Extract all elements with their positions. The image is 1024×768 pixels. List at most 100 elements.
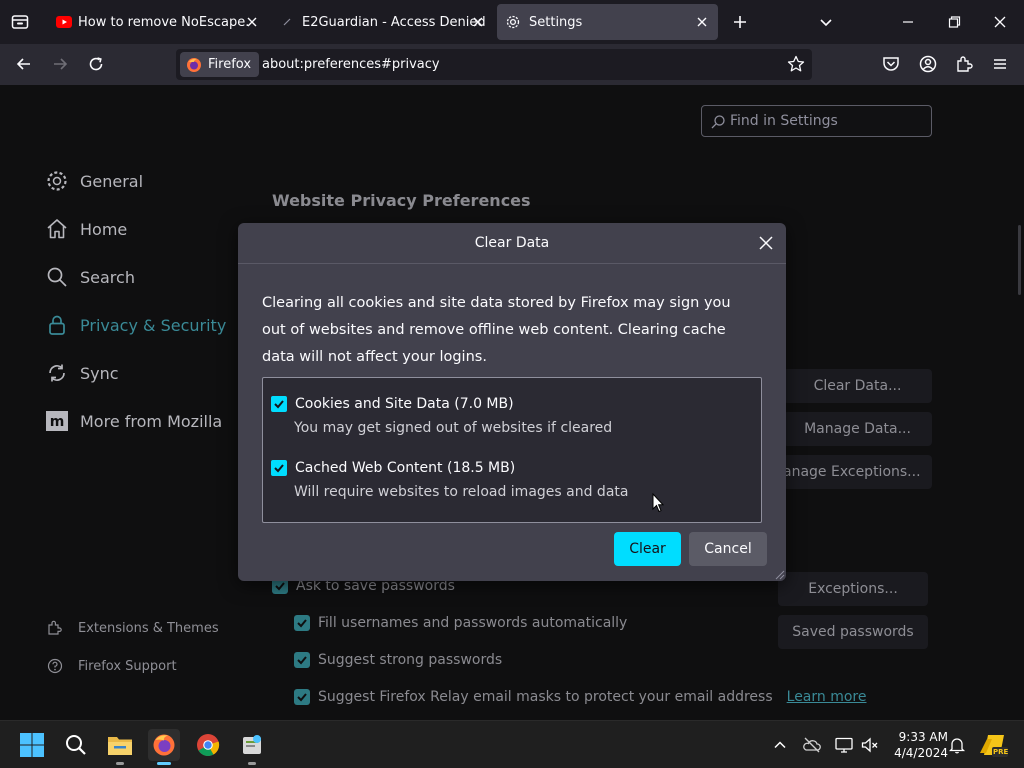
sidebar-footer-extensions[interactable]: Extensions & Themes (46, 619, 219, 637)
list-all-tabs-icon[interactable] (816, 12, 836, 32)
show-hidden-icons-icon[interactable] (770, 735, 790, 755)
dialog-header: Clear Data (238, 223, 786, 264)
option-description: Will require websites to reload images a… (294, 484, 629, 500)
sidebar-item-label: Sync (80, 363, 119, 383)
sync-icon (44, 360, 70, 386)
minimize-icon[interactable] (898, 12, 918, 32)
back-icon[interactable] (13, 53, 35, 75)
manage-data-button[interactable]: Manage Data... (783, 412, 932, 446)
chrome-icon[interactable] (192, 729, 224, 761)
cancel-button[interactable]: Cancel (689, 532, 767, 566)
system-clock[interactable]: 9:33 AM 4/4/2024 (888, 729, 948, 761)
checkbox-label: Fill usernames and passwords automatical… (318, 615, 628, 631)
sidebar-item-search[interactable]: Search (44, 261, 135, 293)
extensions-icon[interactable] (953, 53, 975, 75)
scrollbar-thumb[interactable] (1018, 225, 1021, 295)
sidebar-item-label: General (80, 171, 144, 191)
tab-settings[interactable]: Settings (497, 4, 718, 40)
identity-box[interactable]: Firefox (180, 52, 260, 77)
gear-icon (505, 14, 521, 30)
tab-e2guardian[interactable]: E2Guardian - Access Denied (274, 4, 494, 40)
lock-icon (44, 312, 70, 338)
volume-muted-icon[interactable] (860, 735, 880, 755)
account-icon[interactable] (917, 53, 939, 75)
pocket-icon[interactable] (880, 53, 902, 75)
reload-icon[interactable] (85, 53, 107, 75)
new-tab-icon[interactable] (730, 12, 750, 32)
navigation-toolbar: Firefox about:preferences#privacy (0, 44, 1024, 85)
mouse-cursor-icon (652, 493, 664, 513)
sidebar-footer-support[interactable]: Firefox Support (46, 657, 177, 675)
suggest-strong-checkbox[interactable]: Suggest strong passwords (294, 652, 502, 668)
suggest-relay-checkbox[interactable]: Suggest Firefox Relay email masks to pro… (294, 689, 866, 705)
tab-youtube[interactable]: How to remove NoEscape.exe [ (48, 4, 268, 40)
close-window-icon[interactable] (990, 12, 1010, 32)
home-icon (44, 216, 70, 242)
cookies-option[interactable]: Cookies and Site Data (7.0 MB) You may g… (271, 396, 612, 436)
app-icon[interactable] (236, 729, 268, 765)
search-input[interactable]: Find in Settings (701, 105, 932, 137)
close-icon[interactable] (758, 235, 774, 251)
forward-icon[interactable] (49, 53, 71, 75)
sidebar-item-mozilla[interactable]: m More from Mozilla (44, 405, 222, 437)
option-label: Cookies and Site Data (7.0 MB) (295, 396, 514, 412)
close-tab-icon[interactable] (244, 14, 260, 30)
tab-title: How to remove NoEscape.exe [ (78, 14, 248, 30)
firefox-taskbar-icon[interactable] (148, 729, 180, 765)
exceptions-button[interactable]: Exceptions... (778, 572, 928, 606)
close-tab-icon[interactable] (694, 14, 710, 30)
cache-option[interactable]: Cached Web Content (18.5 MB) Will requir… (271, 460, 628, 500)
puzzle-icon (46, 619, 64, 637)
tab-title: E2Guardian - Access Denied (302, 14, 486, 30)
menu-icon[interactable] (989, 53, 1011, 75)
sidebar-footer-label: Firefox Support (78, 658, 177, 674)
checkbox-cache[interactable] (271, 460, 287, 476)
tab-title: Settings (529, 14, 583, 30)
svg-text:m: m (50, 414, 65, 430)
url-text[interactable]: about:preferences#privacy (262, 57, 440, 72)
windows-start-icon[interactable] (16, 729, 48, 761)
notifications-icon[interactable] (947, 735, 967, 755)
taskbar-search-icon[interactable] (60, 729, 92, 761)
bookmark-star-icon[interactable] (786, 54, 806, 74)
checkbox-cookies[interactable] (271, 396, 287, 412)
blank-page-icon (282, 17, 292, 27)
restore-icon[interactable] (944, 12, 964, 32)
option-description: You may get signed out of websites if cl… (294, 420, 613, 436)
clock-date: 4/4/2024 (894, 746, 948, 760)
mozilla-icon: m (44, 408, 70, 434)
pre-badge: PRE (993, 748, 1009, 756)
sidebar-item-label: More from Mozilla (80, 411, 223, 431)
learn-more-link[interactable]: Learn more (787, 689, 867, 705)
onedrive-off-icon[interactable] (802, 735, 822, 755)
gear-icon (44, 168, 70, 194)
youtube-icon (56, 16, 72, 28)
clear-options-box: Cookies and Site Data (7.0 MB) You may g… (262, 377, 762, 523)
running-indicator (116, 762, 124, 765)
identity-label: Firefox (208, 57, 252, 72)
file-explorer-icon[interactable] (104, 729, 136, 765)
running-indicator (248, 762, 256, 765)
saved-passwords-button[interactable]: Saved passwords (778, 615, 928, 649)
search-icon (710, 114, 726, 130)
firefox-view-icon[interactable] (10, 12, 30, 32)
checkbox-label: Suggest strong passwords (318, 652, 503, 668)
weather-pre-icon[interactable]: PRE (978, 731, 1008, 759)
search-icon (44, 264, 70, 290)
sidebar-item-sync[interactable]: Sync (44, 357, 119, 389)
network-icon[interactable] (834, 735, 854, 755)
clear-button[interactable]: Clear (614, 532, 681, 566)
url-bar[interactable]: Firefox about:preferences#privacy (176, 49, 812, 80)
search-placeholder: Find in Settings (730, 113, 838, 129)
dialog-title: Clear Data (474, 235, 550, 251)
manage-exceptions-button[interactable]: anage Exceptions... (783, 455, 932, 489)
sidebar-item-privacy[interactable]: Privacy & Security (44, 309, 226, 341)
option-label: Cached Web Content (18.5 MB) (295, 460, 516, 476)
taskbar: 9:33 AM 4/4/2024 PRE (0, 720, 1024, 768)
sidebar-item-general[interactable]: General (44, 165, 143, 197)
resize-grip-icon[interactable] (773, 568, 785, 580)
clear-data-button[interactable]: Clear Data... (783, 369, 932, 403)
close-tab-icon[interactable] (470, 14, 486, 30)
sidebar-item-home[interactable]: Home (44, 213, 127, 245)
fill-passwords-checkbox[interactable]: Fill usernames and passwords automatical… (294, 615, 627, 631)
